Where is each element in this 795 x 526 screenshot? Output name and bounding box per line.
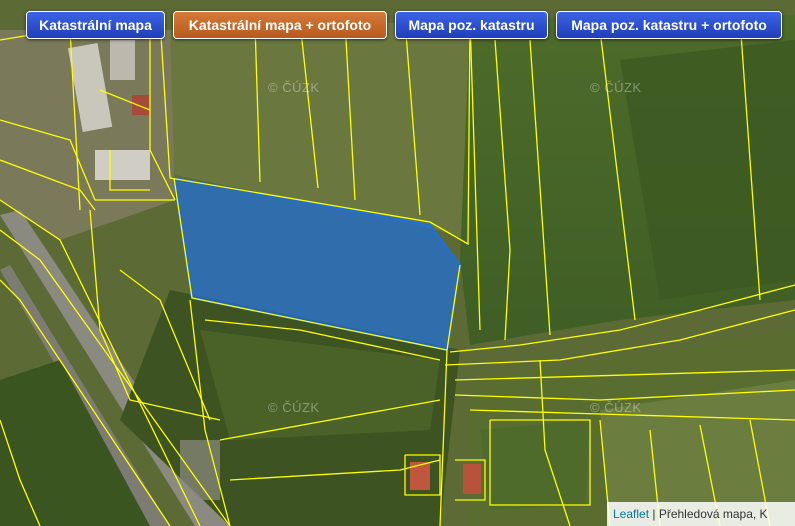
cuzk-watermark: © ČÚZK	[268, 80, 320, 95]
cuzk-watermark: © ČÚZK	[590, 80, 642, 95]
map-canvas[interactable]: © ČÚZK © ČÚZK © ČÚZK © ČÚZK	[0, 0, 795, 526]
attribution-text: Přehledová mapa, K	[658, 507, 768, 521]
layer-button-cadastral-map[interactable]: Katastrální mapa	[26, 11, 165, 39]
cuzk-watermark: © ČÚZK	[268, 400, 320, 415]
attribution-separator: |	[649, 507, 659, 521]
orthophoto-layer	[0, 0, 795, 526]
map-attribution: Leaflet | Přehledová mapa, K	[607, 502, 795, 526]
layer-button-cadastral-ortho[interactable]: Katastrální mapa + ortofoto	[173, 11, 387, 39]
cuzk-watermark: © ČÚZK	[590, 400, 642, 415]
layer-button-cadastre-position-ortho[interactable]: Mapa poz. katastru + ortofoto	[556, 11, 782, 39]
layer-button-cadastre-position-map[interactable]: Mapa poz. katastru	[395, 11, 548, 39]
leaflet-link[interactable]: Leaflet	[613, 507, 649, 521]
